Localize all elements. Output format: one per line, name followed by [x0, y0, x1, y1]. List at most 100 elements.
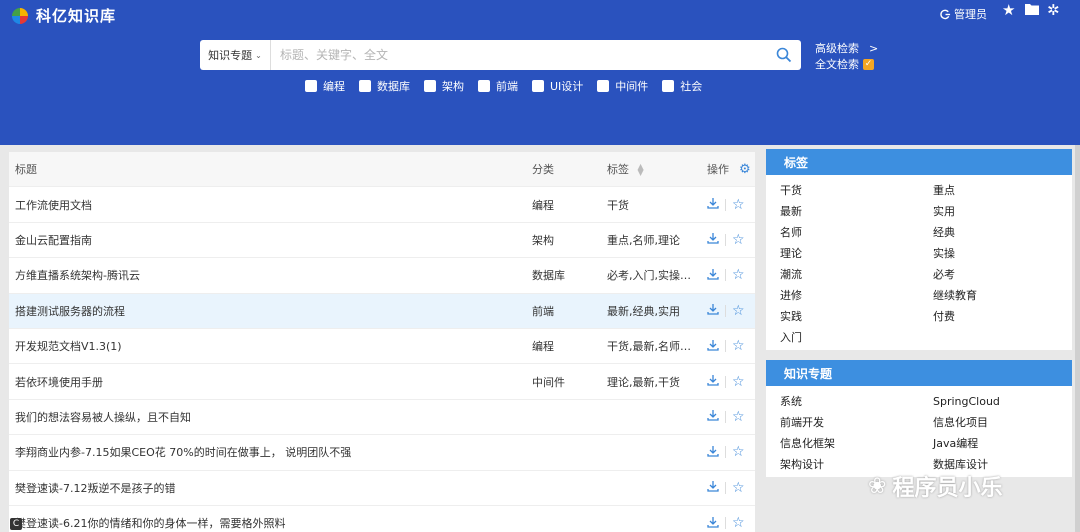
tag-link[interactable]: 付费	[933, 306, 1080, 327]
row-tags: 干货	[607, 198, 629, 212]
checkbox[interactable]	[662, 80, 675, 92]
table-row[interactable]: 方维直播系统架构-腾讯云 数据库 必考,入门,实操,... ☆	[9, 258, 755, 294]
row-actions: ☆	[707, 374, 745, 389]
column-tags[interactable]: 标签 ▲ ▼	[607, 161, 691, 177]
favorite-icon[interactable]: ☆	[732, 198, 745, 212]
topics-list: 系统 SpringCloud 前端开发 信息化项目 信息化框架 Java编程 架构设计 数据库…	[766, 386, 1072, 475]
checkbox[interactable]	[597, 80, 610, 92]
row-title[interactable]: 方维直播系统架构-腾讯云	[15, 267, 140, 283]
table-row[interactable]: 若依环境使用手册 中间件 理论,最新,干货 ☆	[9, 364, 755, 400]
category-filter[interactable]: UI设计	[532, 78, 583, 94]
download-icon[interactable]	[707, 445, 719, 460]
tag-link[interactable]: 进修	[780, 285, 933, 306]
row-title[interactable]: 搭建测试服务器的流程	[15, 303, 125, 319]
favorite-icon[interactable]: ☆	[732, 481, 745, 495]
tag-link[interactable]: 理论	[780, 243, 933, 264]
download-icon[interactable]	[707, 374, 719, 389]
table-row[interactable]: 樊登速读-6.21你的情绪和你的身体一样，需要格外照料 ☆	[9, 506, 755, 532]
table-row[interactable]: 李翔商业内参-7.15如果CEO花 70%的时间在做事上， 说明团队不强 ☆	[9, 435, 755, 471]
tag-link[interactable]: 必考	[933, 264, 1080, 285]
download-icon[interactable]	[707, 480, 719, 495]
download-icon[interactable]	[707, 303, 719, 318]
topic-link[interactable]: 前端开发	[780, 412, 933, 433]
row-title[interactable]: 工作流使用文档	[15, 197, 92, 213]
topic-link[interactable]: 信息化框架	[780, 433, 933, 454]
topic-dropdown[interactable]: 知识专题 ⌄	[200, 40, 271, 70]
tag-link[interactable]: 入门	[780, 327, 933, 348]
row-title[interactable]: 我们的想法容易被人操纵，且不自知	[15, 409, 191, 425]
star-icon[interactable]: ★	[1002, 2, 1015, 18]
checkbox[interactable]	[532, 80, 544, 92]
download-icon[interactable]	[707, 339, 719, 354]
tag-link[interactable]: 重点	[933, 180, 1080, 201]
brand[interactable]: 科亿知识库	[12, 5, 116, 26]
table-row[interactable]: 金山云配置指南 架构 重点,名师,理论 ☆	[9, 223, 755, 259]
download-icon[interactable]	[707, 409, 719, 424]
tag-link[interactable]: 实操	[933, 243, 1080, 264]
category-filter[interactable]: 前端	[478, 78, 518, 94]
favorite-icon[interactable]: ☆	[732, 304, 745, 318]
tag-link[interactable]: 干货	[780, 180, 933, 201]
table-row[interactable]: 工作流使用文档 编程 干货 ☆	[9, 187, 755, 223]
folder-icon[interactable]	[1024, 2, 1040, 19]
row-category: 中间件	[532, 375, 565, 389]
favorite-icon[interactable]: ☆	[732, 445, 745, 459]
favorite-icon[interactable]: ☆	[732, 268, 745, 282]
category-filter[interactable]: 社会	[662, 78, 702, 94]
table-row[interactable]: 我们的想法容易被人操纵，且不自知 ☆	[9, 400, 755, 436]
row-title[interactable]: 樊登速读-6.21你的情绪和你的身体一样，需要格外照料	[15, 515, 285, 531]
category-filter[interactable]: 编程	[305, 78, 345, 94]
admin-menu[interactable]: 管理员	[940, 6, 987, 22]
table-row[interactable]: 开发规范文档V1.3(1) 编程 干货,最新,名师,... ☆	[9, 329, 755, 365]
checkbox[interactable]	[359, 80, 371, 92]
divider	[725, 340, 726, 353]
download-icon[interactable]	[707, 197, 719, 212]
logout-icon	[940, 9, 951, 19]
row-actions: ☆	[707, 197, 745, 212]
page-scrollbar[interactable]	[1075, 145, 1080, 532]
download-icon[interactable]	[707, 232, 719, 247]
favorite-icon[interactable]: ☆	[732, 339, 745, 353]
checkbox[interactable]	[305, 80, 317, 92]
table-row[interactable]: 樊登速读-7.12叛逆不是孩子的错 ☆	[9, 471, 755, 506]
tag-link[interactable]: 名师	[780, 222, 933, 243]
search-input[interactable]	[271, 41, 767, 69]
download-icon[interactable]	[707, 516, 719, 531]
favorite-icon[interactable]: ☆	[732, 410, 745, 424]
table-row[interactable]: 搭建测试服务器的流程 前端 最新,经典,实用 ☆	[9, 293, 755, 329]
favorite-icon[interactable]: ☆	[732, 516, 745, 530]
topic-link[interactable]: 系统	[780, 391, 933, 412]
category-filter[interactable]: 架构	[424, 78, 464, 94]
column-settings-icon[interactable]: ⚙	[739, 162, 751, 177]
row-title[interactable]: 金山云配置指南	[15, 232, 92, 248]
tag-link[interactable]: 实践	[780, 306, 933, 327]
sort-icon[interactable]: ▲ ▼	[638, 163, 644, 177]
download-icon[interactable]	[707, 268, 719, 283]
gear-icon[interactable]: ✲	[1047, 2, 1060, 18]
topic-link[interactable]: 信息化项目	[933, 412, 1080, 433]
tag-link[interactable]: 继续教育	[933, 285, 1080, 306]
tag-link[interactable]: 最新	[780, 201, 933, 222]
row-title[interactable]: 樊登速读-7.12叛逆不是孩子的错	[15, 480, 175, 496]
favorite-icon[interactable]: ☆	[732, 233, 745, 247]
row-title[interactable]: 李翔商业内参-7.15如果CEO花 70%的时间在做事上， 说明团队不强	[15, 444, 351, 460]
fulltext-search-toggle[interactable]: 全文检索 ✓	[815, 56, 878, 72]
category-filter[interactable]: 数据库	[359, 78, 410, 94]
favorite-icon[interactable]: ☆	[732, 375, 745, 389]
topic-link[interactable]: SpringCloud	[933, 391, 1080, 412]
checkbox[interactable]	[424, 80, 436, 92]
search-button[interactable]	[767, 40, 801, 70]
tag-link[interactable]: 潮流	[780, 264, 933, 285]
row-title[interactable]: 若依环境使用手册	[15, 374, 103, 390]
tag-link[interactable]: 经典	[933, 222, 1080, 243]
checkbox[interactable]	[478, 80, 490, 92]
advanced-search-link[interactable]: 高级检索 >	[815, 40, 878, 56]
fulltext-checkbox[interactable]: ✓	[863, 58, 874, 70]
row-title[interactable]: 开发规范文档V1.3(1)	[15, 338, 122, 354]
divider	[725, 446, 726, 459]
tags-list: 干货 重点 最新 实用 名师 经典 理论 实操 潮流 必考 进修 继续教育 实践 付费 入门	[766, 175, 1072, 348]
tag-link[interactable]: 实用	[933, 201, 1080, 222]
topic-link[interactable]: Java编程	[933, 433, 1080, 454]
wechat-icon: ❀	[868, 473, 887, 499]
category-filter[interactable]: 中间件	[597, 78, 648, 94]
